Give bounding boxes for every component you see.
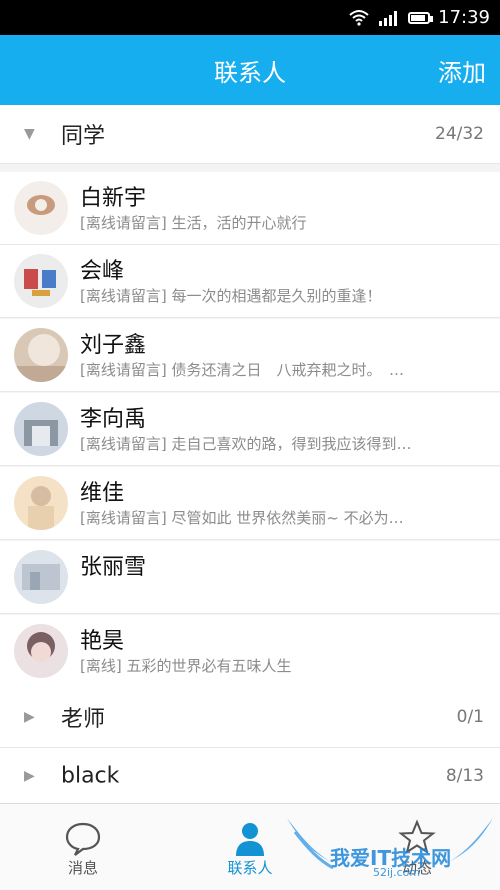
- avatar: [14, 328, 68, 382]
- contact-name: 会峰: [80, 259, 125, 284]
- battery-level: [411, 14, 426, 21]
- group-header-black[interactable]: ▶ black 8/13: [0, 748, 500, 804]
- group-title: black: [61, 763, 120, 788]
- battery-icon: [408, 11, 434, 24]
- contact-name: 维佳: [80, 481, 125, 506]
- contact-status: [离线请留言] 生活，活的开心就行: [80, 214, 307, 232]
- person-icon: [236, 823, 264, 856]
- contact-row[interactable]: 维佳 [离线请留言] 尽管如此 世界依然美丽~ 不必为…: [0, 467, 500, 540]
- contact-name: 艳昊: [80, 629, 125, 654]
- chevron-right-icon: ▶: [24, 709, 35, 725]
- avatar: [14, 476, 68, 530]
- signal-icon: [379, 10, 398, 26]
- chevron-down-icon: ▼: [24, 126, 35, 142]
- app-bar: 联系人 添加: [0, 35, 500, 105]
- contact-name: 刘子鑫: [80, 333, 147, 358]
- contact-row[interactable]: 白新宇 [离线请留言] 生活，活的开心就行: [0, 172, 500, 245]
- speech-bubble-icon: [65, 822, 101, 856]
- avatar: [14, 181, 68, 235]
- contact-row[interactable]: 会峰 [离线请留言] 每一次的相遇都是久别的重逢！: [0, 245, 500, 318]
- contact-row[interactable]: 艳昊 [离线] 五彩的世界必有五味人生: [0, 615, 500, 688]
- group-title: 老师: [61, 707, 106, 732]
- group-count: 8/13: [445, 765, 484, 786]
- group-title: 同学: [61, 124, 106, 149]
- avatar: [14, 550, 68, 604]
- group-count: 0/1: [456, 707, 484, 727]
- contact-status: [离线] 五彩的世界必有五味人生: [80, 657, 292, 675]
- contact-row[interactable]: 李向禹 [离线请留言] 走自己喜欢的路，得到我应该得到…: [0, 393, 500, 466]
- page-title: 联系人: [214, 59, 286, 87]
- contact-row[interactable]: 刘子鑫 [离线请留言] 债务还清之日 八戒弃耙之时。 …: [0, 319, 500, 392]
- group-count: 24/32: [435, 124, 484, 144]
- add-button[interactable]: 添加: [438, 53, 486, 88]
- status-time: 17:39: [438, 7, 490, 28]
- avatar: [14, 402, 68, 456]
- avatar: [14, 624, 68, 678]
- status-bar: 17:39: [0, 0, 500, 35]
- tab-messages[interactable]: 消息: [0, 804, 166, 890]
- watermark: 我爱IT技术网 52ij.com: [285, 812, 495, 886]
- wifi-icon: [349, 9, 369, 26]
- group-header-classmates[interactable]: ▼ 同学 24/32: [0, 105, 500, 164]
- contact-row[interactable]: 张丽雪: [0, 541, 500, 614]
- status-icons: 17:39: [348, 0, 490, 35]
- group-header-teachers[interactable]: ▶ 老师 0/1: [0, 687, 500, 748]
- avatar: [14, 254, 68, 308]
- chevron-right-icon: ▶: [24, 767, 35, 784]
- contact-name: 白新宇: [80, 186, 147, 211]
- watermark-subtext: 52ij.com: [373, 866, 421, 879]
- contact-name: 张丽雪: [80, 555, 147, 580]
- contact-status: [离线请留言] 尽管如此 世界依然美丽~ 不必为…: [80, 509, 404, 527]
- contact-status: [离线请留言] 债务还清之日 八戒弃耙之时。 …: [80, 361, 404, 379]
- contact-name: 李向禹: [80, 407, 147, 432]
- contact-status: [离线请留言] 每一次的相遇都是久别的重逢！: [80, 287, 382, 305]
- tab-label: 消息: [67, 859, 98, 877]
- contact-status: [离线请留言] 走自己喜欢的路，得到我应该得到…: [80, 435, 412, 453]
